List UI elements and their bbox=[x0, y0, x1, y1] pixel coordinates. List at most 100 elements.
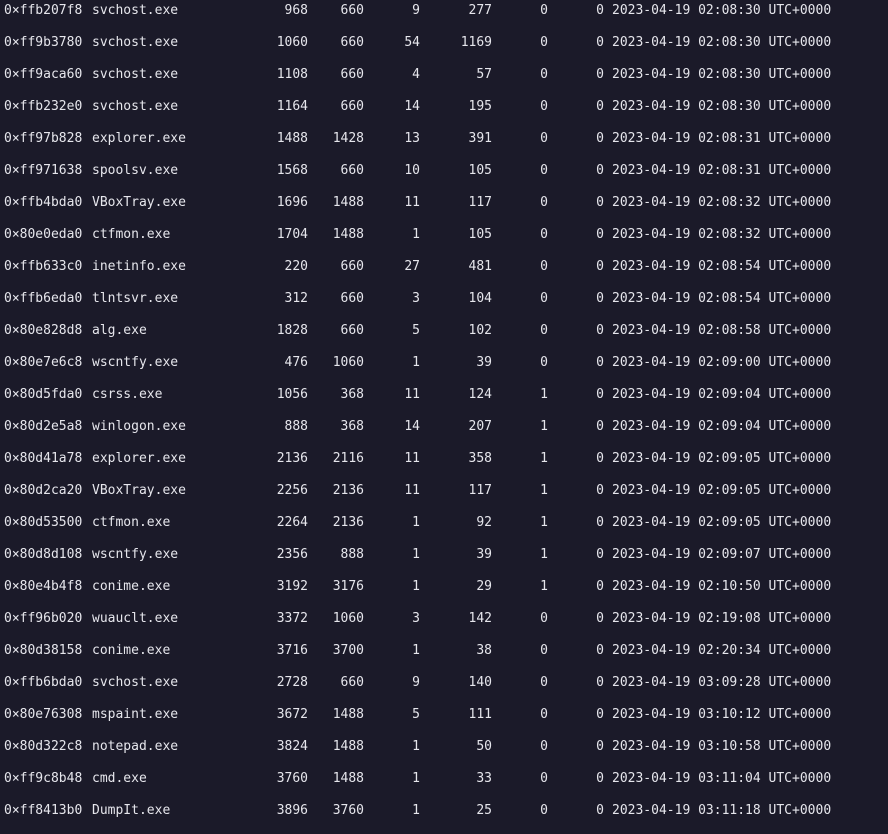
process-start-time: 2023-04-19 02:09:05 UTC+0000 bbox=[612, 515, 832, 530]
process-start-time: 2023-04-19 02:08:31 UTC+0000 bbox=[612, 163, 832, 178]
process-row: 0×80d53500 ctfmon.exe 2264 2136 1 92 1 0 2023-04… bbox=[0, 513, 888, 533]
process-pid: 2256 bbox=[276, 483, 308, 498]
process-ppid: 660 bbox=[340, 99, 364, 114]
process-wow64: 0 bbox=[596, 163, 604, 178]
process-wow64: 0 bbox=[596, 707, 604, 722]
process-offset: 0×ffb207f8 bbox=[4, 3, 83, 18]
process-offset: 0×80e7e6c8 bbox=[4, 355, 83, 370]
process-start-time: 2023-04-19 02:08:30 UTC+0000 bbox=[612, 35, 832, 50]
process-wow64: 0 bbox=[596, 419, 604, 434]
process-row: 0×80d8d108 wscntfy.exe 2356 888 1 39 1 0 2023-04… bbox=[0, 545, 888, 565]
process-offset: 0×ffb232e0 bbox=[4, 99, 83, 114]
process-pid: 3192 bbox=[276, 579, 308, 594]
process-row: 0×ffb633c0 inetinfo.exe 220 660 27 481 0 0 2023-… bbox=[0, 257, 888, 277]
process-name: svchost.exe bbox=[92, 35, 179, 50]
process-wow64: 0 bbox=[596, 515, 604, 530]
process-handles: 33 bbox=[476, 771, 492, 786]
process-threads: 11 bbox=[404, 387, 420, 402]
process-wow64: 0 bbox=[596, 547, 604, 562]
process-offset: 0×80e76308 bbox=[4, 707, 83, 722]
process-offset: 0×80d2ca20 bbox=[4, 483, 83, 498]
process-wow64: 0 bbox=[596, 739, 604, 754]
process-wow64: 0 bbox=[596, 259, 604, 274]
process-start-time: 2023-04-19 02:09:05 UTC+0000 bbox=[612, 451, 832, 466]
process-ppid: 2136 bbox=[332, 515, 364, 530]
process-pid: 1060 bbox=[276, 35, 308, 50]
terminal-window[interactable]: 0×ffb207f8 svchost.exe 968 660 9 277 0 0 2023-04… bbox=[0, 0, 888, 834]
process-ppid: 660 bbox=[340, 3, 364, 18]
process-ppid: 1060 bbox=[332, 355, 364, 370]
process-offset: 0×80e828d8 bbox=[4, 323, 83, 338]
process-pid: 2264 bbox=[276, 515, 308, 530]
process-start-time: 2023-04-19 02:08:54 UTC+0000 bbox=[612, 291, 832, 306]
process-session: 1 bbox=[540, 451, 548, 466]
process-offset: 0×ff971638 bbox=[4, 163, 83, 178]
process-offset: 0×ffb6eda0 bbox=[4, 291, 83, 306]
process-session: 1 bbox=[540, 515, 548, 530]
process-ppid: 3700 bbox=[332, 643, 364, 658]
process-name: explorer.exe bbox=[92, 451, 186, 466]
process-ppid: 660 bbox=[340, 67, 364, 82]
process-threads: 1 bbox=[412, 803, 420, 818]
process-name: alg.exe bbox=[92, 323, 147, 338]
process-row: 0×ffb4bda0 VBoxTray.exe 1696 1488 11 117 0 0 202… bbox=[0, 193, 888, 213]
process-handles: 358 bbox=[468, 451, 492, 466]
process-pid: 1696 bbox=[276, 195, 308, 210]
process-ppid: 3176 bbox=[332, 579, 364, 594]
process-handles: 111 bbox=[468, 707, 492, 722]
process-ppid: 1488 bbox=[332, 739, 364, 754]
process-session: 0 bbox=[540, 259, 548, 274]
process-row: 0×ff9b3780 svchost.exe 1060 660 54 1169 0 0 2023… bbox=[0, 33, 888, 53]
process-start-time: 2023-04-19 02:08:54 UTC+0000 bbox=[612, 259, 832, 274]
process-session: 0 bbox=[540, 99, 548, 114]
process-session: 1 bbox=[540, 547, 548, 562]
process-row: 0×80e76308 mspaint.exe 3672 1488 5 111 0 0 2023-… bbox=[0, 705, 888, 725]
process-row: 0×80d2ca20 VBoxTray.exe 2256 2136 11 117 1 0 202… bbox=[0, 481, 888, 501]
process-threads: 1 bbox=[412, 579, 420, 594]
process-name: ctfmon.exe bbox=[92, 515, 171, 530]
process-start-time: 2023-04-19 02:08:30 UTC+0000 bbox=[612, 67, 832, 82]
process-session: 0 bbox=[540, 611, 548, 626]
process-pid: 3824 bbox=[276, 739, 308, 754]
process-start-time: 2023-04-19 02:08:32 UTC+0000 bbox=[612, 195, 832, 210]
process-wow64: 0 bbox=[596, 387, 604, 402]
process-pid: 3672 bbox=[276, 707, 308, 722]
process-offset: 0×80e4b4f8 bbox=[4, 579, 83, 594]
process-ppid: 2136 bbox=[332, 483, 364, 498]
process-session: 1 bbox=[540, 579, 548, 594]
process-row: 0×80d2e5a8 winlogon.exe 888 368 14 207 1 0 2023-… bbox=[0, 417, 888, 437]
process-handles: 117 bbox=[468, 195, 492, 210]
process-offset: 0×ff8413b0 bbox=[4, 803, 83, 818]
process-start-time: 2023-04-19 02:08:30 UTC+0000 bbox=[612, 99, 832, 114]
process-handles: 117 bbox=[468, 483, 492, 498]
process-threads: 3 bbox=[412, 291, 420, 306]
process-wow64: 0 bbox=[596, 195, 604, 210]
process-name: svchost.exe bbox=[92, 675, 179, 690]
process-ppid: 2116 bbox=[332, 451, 364, 466]
process-handles: 105 bbox=[468, 227, 492, 242]
process-handles: 105 bbox=[468, 163, 492, 178]
process-pid: 3716 bbox=[276, 643, 308, 658]
process-pid: 1568 bbox=[276, 163, 308, 178]
process-threads: 14 bbox=[404, 99, 420, 114]
process-session: 1 bbox=[540, 419, 548, 434]
process-ppid: 660 bbox=[340, 675, 364, 690]
process-offset: 0×80d41a78 bbox=[4, 451, 83, 466]
process-wow64: 0 bbox=[596, 675, 604, 690]
process-handles: 1169 bbox=[460, 35, 492, 50]
process-offset: 0×ff97b828 bbox=[4, 131, 83, 146]
process-row: 0×80e4b4f8 conime.exe 3192 3176 1 29 1 0 2023-04… bbox=[0, 577, 888, 597]
process-threads: 4 bbox=[412, 67, 420, 82]
process-row: 0×80d322c8 notepad.exe 3824 1488 1 50 0 0 2023-0… bbox=[0, 737, 888, 757]
process-row: 0×ff8413b0 DumpIt.exe 3896 3760 1 25 0 0 2023-04… bbox=[0, 801, 888, 821]
process-session: 0 bbox=[540, 675, 548, 690]
process-ppid: 1488 bbox=[332, 195, 364, 210]
process-threads: 1 bbox=[412, 227, 420, 242]
process-threads: 9 bbox=[412, 3, 420, 18]
process-wow64: 0 bbox=[596, 803, 604, 818]
process-session: 0 bbox=[540, 739, 548, 754]
process-offset: 0×ff9b3780 bbox=[4, 35, 83, 50]
process-threads: 14 bbox=[404, 419, 420, 434]
process-handles: 57 bbox=[476, 67, 492, 82]
process-session: 0 bbox=[540, 67, 548, 82]
